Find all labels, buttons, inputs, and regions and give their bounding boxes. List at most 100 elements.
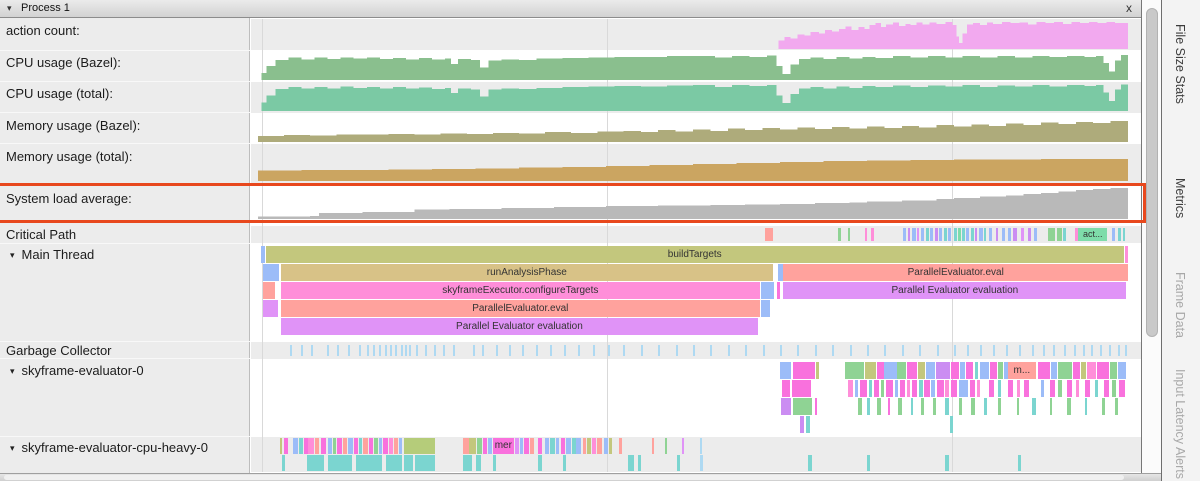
trace-span[interactable]	[520, 438, 523, 454]
trace-span[interactable]	[1119, 380, 1124, 397]
trace-span[interactable]	[1038, 362, 1050, 379]
trace-span[interactable]	[493, 455, 496, 471]
vertical-scrollbar-thumb[interactable]	[1146, 8, 1158, 337]
counter-chart-memory-usage-bazel[interactable]	[258, 114, 1128, 142]
trace-span[interactable]	[888, 398, 891, 415]
trace-tick[interactable]	[993, 345, 995, 356]
trace-span[interactable]	[761, 282, 774, 299]
trace-span[interactable]	[304, 438, 307, 454]
trace-span[interactable]	[1050, 398, 1053, 415]
tab-metrics[interactable]: Metrics	[1173, 178, 1187, 218]
trace-span[interactable]: runAnalysisPhase	[281, 264, 773, 281]
trace-span[interactable]	[924, 380, 929, 397]
trace-span[interactable]	[793, 362, 815, 379]
trace-span[interactable]	[363, 438, 368, 454]
trace-span[interactable]	[652, 438, 654, 454]
trace-span[interactable]	[926, 362, 935, 379]
trace-tick[interactable]	[954, 345, 956, 356]
trace-tick[interactable]	[348, 345, 350, 356]
trace-tick[interactable]	[884, 345, 886, 356]
trace-tick[interactable]	[453, 345, 455, 356]
trace-span[interactable]	[998, 362, 1003, 379]
trace-tick[interactable]	[710, 345, 712, 356]
trace-span[interactable]	[931, 380, 934, 397]
trace-tick[interactable]	[416, 345, 418, 356]
trace-span[interactable]	[561, 438, 565, 454]
trace-tick[interactable]	[944, 228, 947, 241]
trace-span[interactable]	[1058, 380, 1061, 397]
process-header[interactable]: ▾ Process 1 x	[0, 0, 1141, 18]
counter-chart-system-load-average[interactable]	[258, 187, 1128, 219]
trace-tick[interactable]	[385, 345, 387, 356]
trace-span[interactable]	[966, 362, 973, 379]
trace-tick[interactable]	[865, 228, 867, 241]
trace-tick[interactable]	[765, 228, 773, 241]
trace-tick[interactable]	[1008, 228, 1011, 241]
trace-span[interactable]	[609, 438, 612, 454]
trace-span[interactable]	[404, 438, 435, 454]
trace-span[interactable]	[404, 455, 413, 471]
trace-span[interactable]	[877, 362, 884, 379]
trace-span[interactable]	[858, 398, 861, 415]
counter-chart-action-count[interactable]	[258, 21, 1128, 49]
trace-tick[interactable]	[390, 345, 392, 356]
trace-span[interactable]	[898, 398, 901, 415]
trace-span[interactable]	[937, 380, 944, 397]
trace-span[interactable]	[354, 438, 358, 454]
trace-tick[interactable]	[930, 228, 933, 241]
trace-span[interactable]	[583, 438, 586, 454]
trace-tick[interactable]	[1112, 228, 1115, 241]
trace-span[interactable]	[921, 398, 924, 415]
trace-span[interactable]	[874, 380, 879, 397]
trace-span[interactable]	[515, 438, 519, 454]
tab-alerts[interactable]: Alerts	[1173, 447, 1187, 479]
trace-span[interactable]	[293, 438, 298, 454]
trace-tick[interactable]	[1123, 228, 1126, 241]
trace-span[interactable]	[1110, 362, 1117, 379]
trace-tick[interactable]	[926, 228, 929, 241]
trace-tick[interactable]	[975, 228, 978, 241]
trace-span[interactable]	[343, 438, 346, 454]
trace-tick[interactable]	[971, 228, 974, 241]
trace-span[interactable]	[867, 455, 870, 471]
trace-tick[interactable]	[367, 345, 369, 356]
trace-span[interactable]	[895, 380, 898, 397]
trace-span[interactable]	[261, 246, 264, 263]
trace-span[interactable]	[990, 362, 997, 379]
trace-span[interactable]	[865, 362, 875, 379]
trace-span[interactable]	[483, 438, 486, 454]
trace-span[interactable]	[1073, 362, 1080, 379]
trace-tick[interactable]	[405, 345, 407, 356]
trace-span[interactable]	[556, 438, 559, 454]
trace-span[interactable]	[476, 455, 481, 471]
trace-tick[interactable]	[848, 228, 851, 241]
trace-tick[interactable]	[301, 345, 303, 356]
trace-span[interactable]	[800, 416, 804, 433]
track-label-skyframe-evaluator-0[interactable]: ▾skyframe-evaluator-0	[0, 363, 258, 378]
trace-span[interactable]	[638, 455, 641, 471]
trace-span[interactable]	[592, 438, 595, 454]
trace-span[interactable]	[700, 455, 703, 471]
trace-tick[interactable]	[935, 228, 938, 241]
trace-tick[interactable]	[676, 345, 678, 356]
trace-span[interactable]	[1097, 362, 1109, 379]
trace-span[interactable]	[604, 438, 607, 454]
trace-span[interactable]	[911, 398, 914, 415]
trace-span[interactable]	[877, 398, 880, 415]
trace-tick[interactable]	[912, 228, 915, 241]
trace-span[interactable]	[587, 438, 591, 454]
trace-span[interactable]	[389, 438, 392, 454]
trace-span[interactable]	[359, 438, 362, 454]
trace-tick[interactable]	[919, 345, 921, 356]
trace-span[interactable]	[1017, 380, 1020, 397]
trace-tick[interactable]	[1083, 345, 1085, 356]
trace-tick[interactable]	[359, 345, 361, 356]
trace-span[interactable]	[1085, 398, 1088, 415]
horizontal-scrollbar[interactable]	[0, 473, 1161, 481]
trace-tick[interactable]	[395, 345, 397, 356]
trace-span[interactable]	[1051, 362, 1056, 379]
trace-span[interactable]	[848, 380, 853, 397]
trace-span[interactable]	[530, 438, 533, 454]
trace-span[interactable]	[597, 438, 601, 454]
trace-span[interactable]	[524, 438, 529, 454]
